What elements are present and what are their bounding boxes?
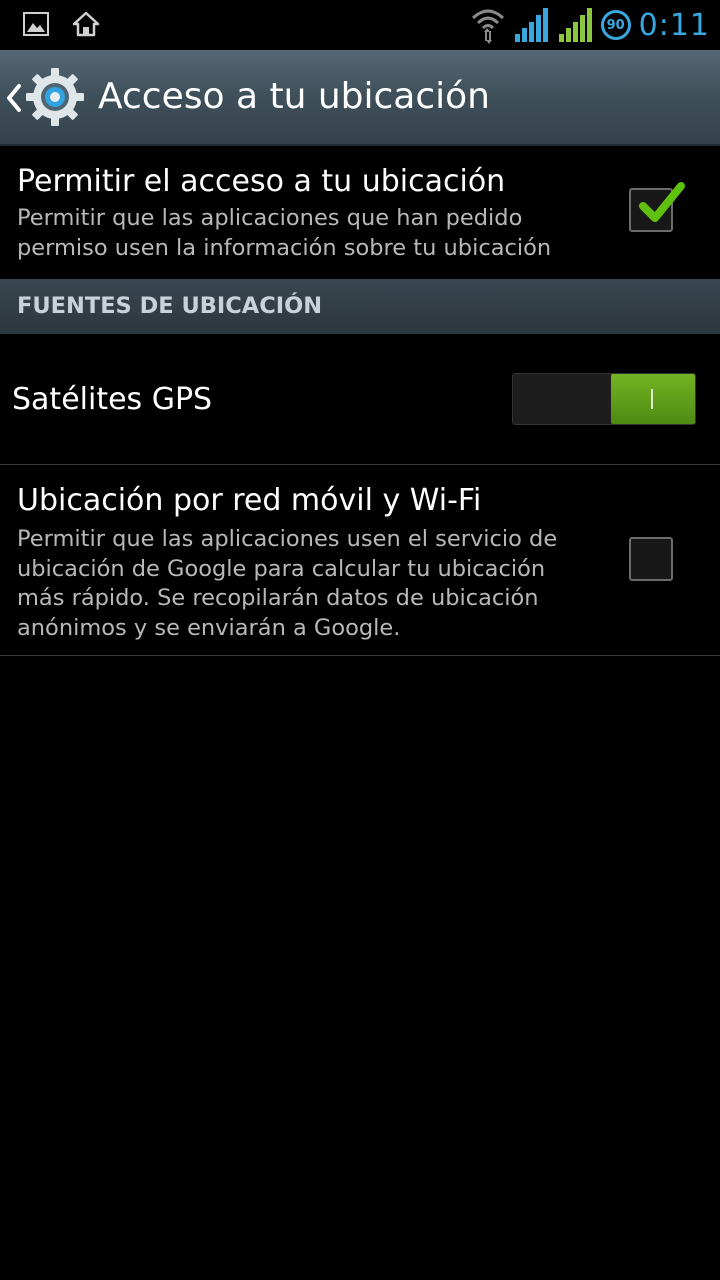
divider	[0, 655, 720, 656]
settings-gear-icon[interactable]	[24, 66, 86, 128]
network-location-row[interactable]: Ubicación por red móvil y Wi-Fi Permitir…	[0, 465, 720, 655]
signal-icon	[558, 8, 592, 42]
gps-satellites-title: Satélites GPS	[12, 382, 213, 417]
network-location-checkbox[interactable]	[629, 537, 673, 581]
battery-icon: 90	[600, 10, 631, 40]
allow-location-access-title: Permitir el acceso a tu ubicación	[17, 164, 506, 199]
allow-location-access-summary: Permitir que las aplicaciones que han pe…	[17, 205, 552, 261]
signal-icon	[514, 8, 548, 42]
toggle-on-knob	[611, 374, 695, 424]
action-bar: Acceso a tu ubicación	[0, 50, 720, 146]
toggle-on-indicator	[651, 389, 653, 409]
section-header-location-sources: FUENTES DE UBICACIÓN	[0, 279, 720, 334]
gps-toggle-switch[interactable]	[512, 373, 696, 425]
clock: 0:11	[638, 7, 710, 43]
network-location-summary: Permitir que las aplicaciones usen el se…	[17, 526, 558, 641]
home-icon	[72, 11, 100, 37]
allow-location-access-row[interactable]: Permitir el acceso a tu ubicación Permit…	[0, 146, 720, 279]
network-location-title: Ubicación por red móvil y Wi-Fi	[17, 483, 482, 518]
status-bar: 90 0:11	[0, 0, 720, 50]
checkmark-icon	[639, 182, 685, 222]
section-header-label: FUENTES DE UBICACIÓN	[17, 293, 323, 319]
page-title: Acceso a tu ubicación	[98, 76, 490, 117]
gallery-icon	[23, 12, 49, 36]
wifi-icon	[471, 9, 504, 44]
back-chevron-icon[interactable]	[4, 82, 24, 114]
allow-location-access-checkbox[interactable]	[629, 182, 685, 232]
